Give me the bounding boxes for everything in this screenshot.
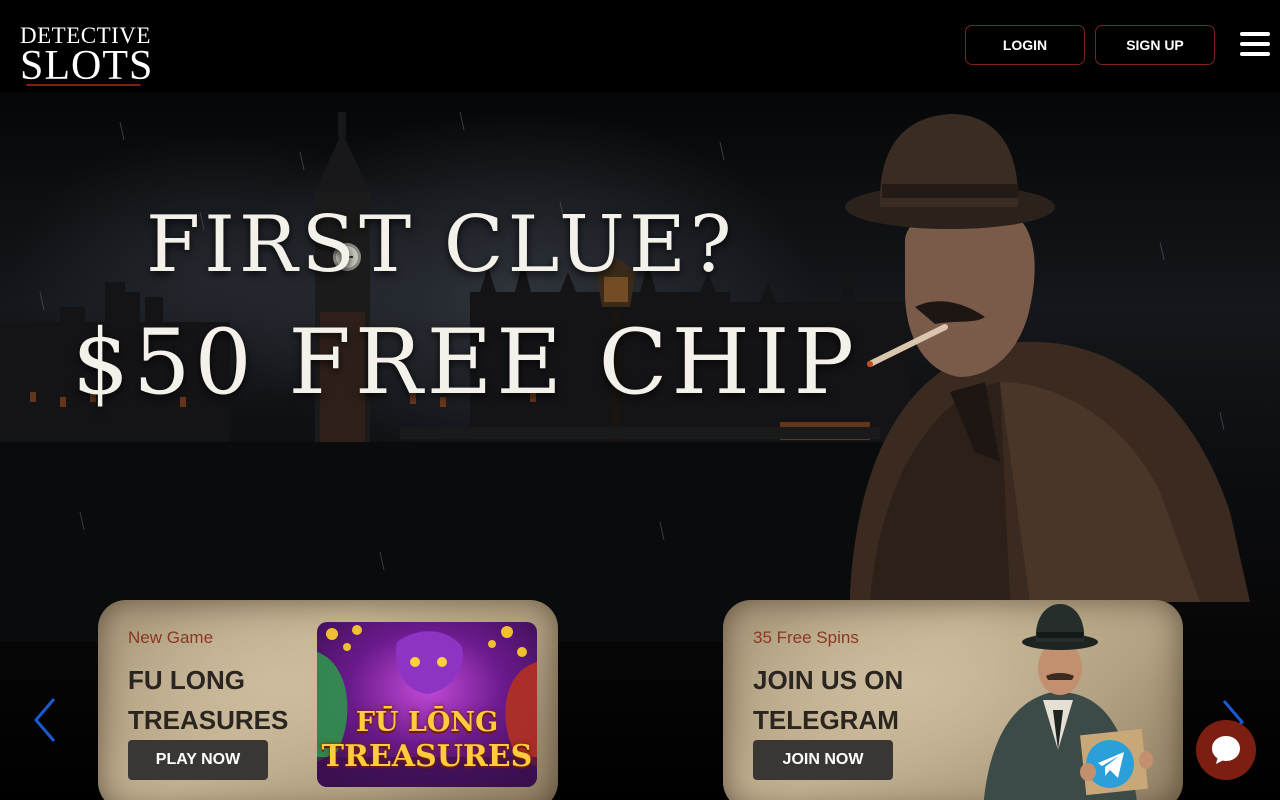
detective-illustration xyxy=(983,604,1153,800)
promo-title: FU LONG TREASURES xyxy=(128,665,289,735)
game-logo-line2: TREASURES xyxy=(321,739,533,774)
bridge xyxy=(400,427,880,439)
chat-icon xyxy=(1212,736,1240,764)
promo-card-telegram[interactable]: 35 Free Spins JOIN US ON TELEGRAM JOIN N… xyxy=(723,600,1183,800)
telegram-icon xyxy=(1086,740,1134,788)
login-button[interactable]: LOGIN xyxy=(965,25,1085,65)
game-logo-line1: FŪ LŌNG xyxy=(355,707,499,738)
site-logo[interactable]: DETECTIVE SLOTS xyxy=(20,24,154,89)
promo-title: JOIN US ON TELEGRAM xyxy=(753,665,904,735)
game-thumbnail[interactable]: FŪ LŌNG TREASURES xyxy=(317,622,537,787)
promo-eyebrow: 35 Free Spins xyxy=(753,628,859,647)
promo-eyebrow: New Game xyxy=(128,628,214,647)
play-now-button[interactable]: PLAY NOW xyxy=(128,740,268,780)
site-header: DETECTIVE SLOTS LOGIN SIGN UP xyxy=(0,0,1280,92)
hero-headline-line1: FIRST CLUE? xyxy=(146,200,736,290)
promo-card-new-game[interactable]: New Game FU LONG TREASURES PLAY NOW FŪ L… xyxy=(98,600,558,800)
join-now-button[interactable]: JOIN NOW xyxy=(753,740,893,780)
chat-button[interactable] xyxy=(1196,720,1256,780)
chevron-left-icon[interactable] xyxy=(30,695,60,745)
hero-headline-line2: $50 FREE CHIP xyxy=(72,310,859,415)
logo-text-bottom: SLOTS xyxy=(20,43,154,89)
logo-underline xyxy=(26,84,141,86)
menu-icon[interactable] xyxy=(1240,32,1270,56)
signup-button[interactable]: SIGN UP xyxy=(1095,25,1215,65)
game-logo: FŪ LŌNG TREASURES xyxy=(317,706,537,774)
